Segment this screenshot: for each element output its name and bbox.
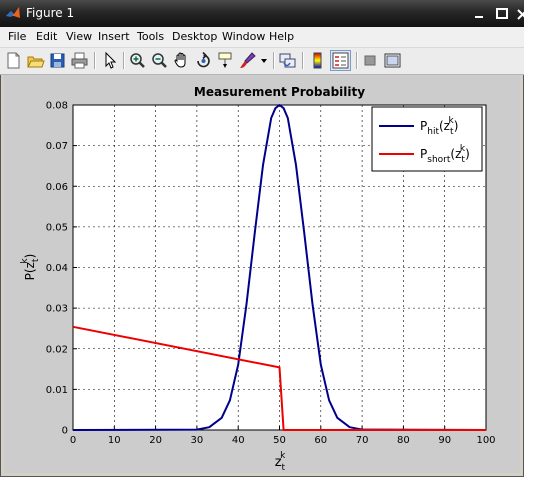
y-tick-label: 0.06 <box>46 182 68 193</box>
y-tick-label: 0.01 <box>46 385 68 396</box>
x-tick-label: 80 <box>397 435 410 446</box>
zoom-out-icon[interactable] <box>150 51 169 70</box>
menu-view[interactable]: View <box>66 30 92 43</box>
y-tick-label: 0.04 <box>46 263 68 274</box>
menu-tools[interactable]: Tools <box>137 30 164 43</box>
x-tick-label: 50 <box>273 435 286 446</box>
toolbar-separator <box>356 52 358 69</box>
window-title: Figure 1 <box>26 6 75 20</box>
x-tick-label: 40 <box>232 435 245 446</box>
toolbar-separator <box>302 52 304 69</box>
open-file-icon[interactable] <box>26 51 45 70</box>
link-plot-icon[interactable] <box>278 51 297 70</box>
figure-canvas: 0 10 20 30 40 50 60 70 80 90 100 0 0.01 0.02 0.03 0.04 0… <box>4 75 520 473</box>
menu-window[interactable]: Window <box>222 30 265 43</box>
x-tick-label: 10 <box>108 435 121 446</box>
legend-icon[interactable] <box>330 50 351 71</box>
x-tick-label: 60 <box>314 435 327 446</box>
figure-toolbar <box>0 48 524 75</box>
new-figure-icon[interactable] <box>4 51 23 70</box>
x-tick-label: 100 <box>476 435 495 446</box>
x-tick-label: 20 <box>149 435 162 446</box>
print-icon[interactable] <box>70 51 89 70</box>
zoom-in-icon[interactable] <box>128 51 147 70</box>
pan-hand-icon[interactable] <box>172 51 191 70</box>
colorbar-icon[interactable] <box>308 51 327 70</box>
title-bar[interactable]: Figure 1 <box>0 0 528 27</box>
y-tick-label: 0.02 <box>46 344 68 355</box>
y-tick-label: 0 <box>62 426 68 437</box>
menu-insert[interactable]: Insert <box>98 30 130 43</box>
toolbar-separator <box>273 52 275 69</box>
y-tick-label: 0.03 <box>46 304 68 315</box>
show-plot-tools-icon[interactable] <box>383 51 402 70</box>
data-cursor-icon[interactable] <box>216 51 235 70</box>
figure-window: Figure 1 File Edit View Insert Tools Des… <box>0 0 528 477</box>
matlab-logo-icon <box>5 5 21 21</box>
rotate-3d-icon[interactable] <box>194 51 213 70</box>
toolbar-separator <box>123 52 125 69</box>
legend[interactable]: Phit(ztk) Pshort(ztk) <box>371 106 483 172</box>
y-tick-label: 0.05 <box>46 222 68 233</box>
menu-desktop[interactable]: Desktop <box>172 30 217 43</box>
chart-title: Measurement Probability <box>194 85 365 99</box>
hide-plot-tools-icon[interactable] <box>361 51 380 70</box>
menu-file[interactable]: File <box>8 30 26 43</box>
x-axis-label: ztk <box>275 451 286 473</box>
brush-icon[interactable] <box>238 51 257 70</box>
y-axis-label: P(ztk) <box>20 254 41 281</box>
x-tick-label: 70 <box>356 435 369 446</box>
x-tick-label: 90 <box>438 435 451 446</box>
y-tick-label: 0.08 <box>46 101 68 112</box>
maximize-button[interactable] <box>493 6 511 22</box>
x-tick-label: 0 <box>70 435 76 446</box>
edit-plot-icon[interactable] <box>100 51 119 70</box>
toolbar-separator <box>94 52 96 69</box>
minimize-button[interactable] <box>470 6 488 22</box>
y-tick-label: 0.07 <box>46 141 68 152</box>
plot-svg: 0 10 20 30 40 50 60 70 80 90 100 0 0.01 0.02 0.03 0.04 0… <box>20 85 496 473</box>
menu-help[interactable]: Help <box>269 30 294 43</box>
brush-dropdown-icon[interactable] <box>259 51 269 70</box>
x-tick-label: 30 <box>191 435 204 446</box>
menu-edit[interactable]: Edit <box>36 30 57 43</box>
close-button[interactable] <box>513 6 531 22</box>
save-icon[interactable] <box>48 51 67 70</box>
menu-bar: File Edit View Insert Tools Desktop Wind… <box>0 27 524 48</box>
